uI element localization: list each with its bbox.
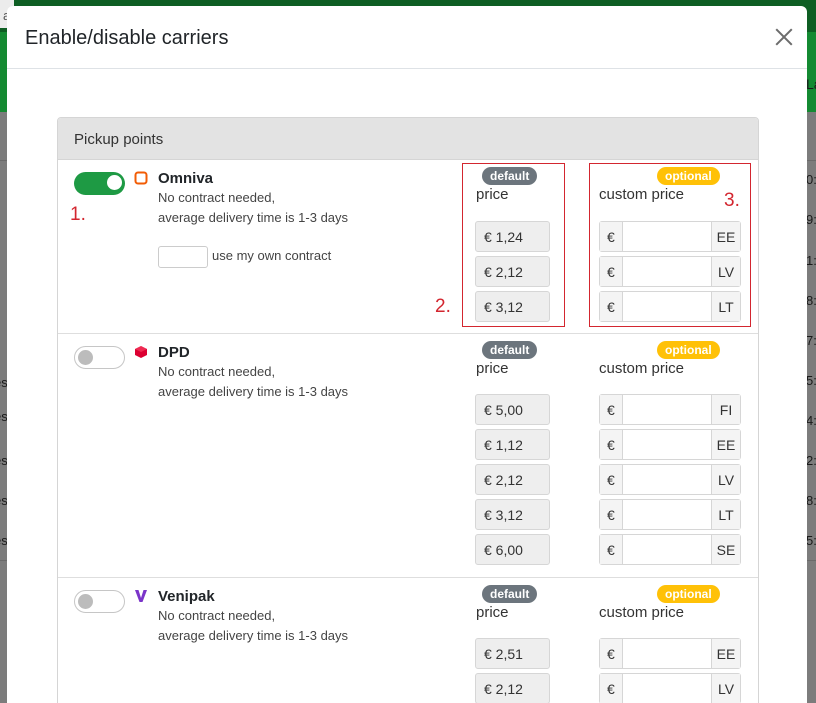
- custom-price-input[interactable]: [623, 395, 711, 424]
- custom-price-group: € LV: [599, 673, 741, 703]
- carrier-name: Omniva: [158, 170, 214, 187]
- custom-price-input[interactable]: [623, 639, 711, 668]
- dpd-toggle[interactable]: [74, 346, 125, 369]
- card-header: Pickup points: [58, 118, 758, 160]
- custom-price-group: € EE: [599, 638, 741, 669]
- default-badge: default: [482, 341, 538, 359]
- country-suffix: LV: [711, 674, 740, 703]
- carrier-description-line1: No contract needed,: [158, 190, 276, 205]
- price-label: price: [476, 604, 509, 621]
- custom-price-label: custom price: [599, 360, 685, 377]
- custom-price-input[interactable]: [623, 535, 711, 564]
- country-suffix: EE: [711, 430, 740, 459]
- background-cell: 5:: [806, 373, 816, 388]
- own-contract-label: use my own contract: [212, 248, 332, 263]
- carrier-description-line2: average delivery time is 1-3 days: [158, 628, 349, 643]
- annotation-label: 3.: [724, 190, 740, 211]
- background-cell: 1:: [806, 253, 816, 268]
- optional-badge: optional: [657, 585, 720, 603]
- country-suffix: FI: [711, 395, 740, 424]
- country-suffix: LT: [711, 500, 740, 529]
- custom-price-label: custom price: [599, 604, 685, 621]
- country-suffix: SE: [711, 535, 740, 564]
- own-contract-input[interactable]: [158, 246, 208, 268]
- default-price: € 5,00: [475, 394, 550, 425]
- annotation-box-custom-price: [589, 163, 751, 327]
- country-suffix: EE: [711, 639, 740, 668]
- custom-price-input[interactable]: [623, 674, 711, 703]
- dpd-logo-icon: [135, 346, 147, 358]
- default-badge: default: [482, 585, 538, 603]
- default-price: € 3,12: [475, 499, 550, 530]
- default-price: € 1,12: [475, 429, 550, 460]
- omniva-toggle[interactable]: [74, 172, 125, 195]
- background-header-fragment: La: [806, 76, 816, 92]
- annotation-box-default-price: [462, 163, 565, 327]
- toggle-knob: [107, 175, 122, 190]
- carrier-description-line2: average delivery time is 1-3 days: [158, 210, 349, 225]
- custom-price-input[interactable]: [623, 430, 711, 459]
- background-cell: 5:: [806, 533, 816, 548]
- carriers-modal: Enable/disable carriers Pickup points Om…: [7, 6, 807, 703]
- country-suffix: LV: [711, 465, 740, 494]
- price-label: price: [476, 360, 509, 377]
- venipak-logo-icon: [135, 590, 147, 602]
- currency-prefix: €: [600, 430, 623, 459]
- custom-price-group: € FI: [599, 394, 741, 425]
- background-cell: 9:: [806, 212, 816, 227]
- currency-prefix: €: [600, 395, 623, 424]
- custom-price-group: € LT: [599, 499, 741, 530]
- venipak-toggle[interactable]: [74, 590, 125, 613]
- carrier-description-line1: No contract needed,: [158, 364, 276, 379]
- background-cell: 7:: [806, 333, 816, 348]
- background-cell: 8:: [806, 493, 816, 508]
- carrier-row-dpd: DPD No contract needed, average delivery…: [58, 334, 758, 578]
- background-cell: 8:: [806, 293, 816, 308]
- pickup-points-card: Pickup points Omniva No contract needed,…: [57, 117, 759, 703]
- carrier-name: Venipak: [158, 588, 215, 605]
- optional-badge: optional: [657, 341, 720, 359]
- default-price: € 2,12: [475, 673, 550, 703]
- currency-prefix: €: [600, 535, 623, 564]
- annotation-label: 2.: [435, 296, 451, 317]
- carrier-description-line2: average delivery time is 1-3 days: [158, 384, 349, 399]
- default-price: € 2,12: [475, 464, 550, 495]
- custom-price-group: € EE: [599, 429, 741, 460]
- custom-price-group: € SE: [599, 534, 741, 565]
- annotation-label: 1.: [70, 204, 86, 225]
- carrier-description-line1: No contract needed,: [158, 608, 276, 623]
- toggle-knob: [78, 350, 93, 365]
- currency-prefix: €: [600, 674, 623, 703]
- background-cell: 4:: [806, 413, 816, 428]
- default-price: € 2,51: [475, 638, 550, 669]
- default-price: € 6,00: [475, 534, 550, 565]
- currency-prefix: €: [600, 639, 623, 668]
- toggle-knob: [78, 594, 93, 609]
- background-cell: 2:: [806, 453, 816, 468]
- carrier-name: DPD: [158, 344, 190, 361]
- currency-prefix: €: [600, 465, 623, 494]
- custom-price-group: € LV: [599, 464, 741, 495]
- omniva-logo-icon: [134, 171, 148, 185]
- carrier-row-omniva: Omniva No contract needed, average deliv…: [58, 160, 758, 334]
- background-cell: 0:: [806, 172, 816, 187]
- custom-price-input[interactable]: [623, 500, 711, 529]
- modal-title: Enable/disable carriers: [25, 27, 229, 49]
- custom-price-input[interactable]: [623, 465, 711, 494]
- modal-header: Enable/disable carriers: [7, 6, 807, 69]
- carrier-row-venipak: Venipak No contract needed, average deli…: [58, 578, 758, 703]
- close-button[interactable]: [771, 24, 795, 50]
- currency-prefix: €: [600, 500, 623, 529]
